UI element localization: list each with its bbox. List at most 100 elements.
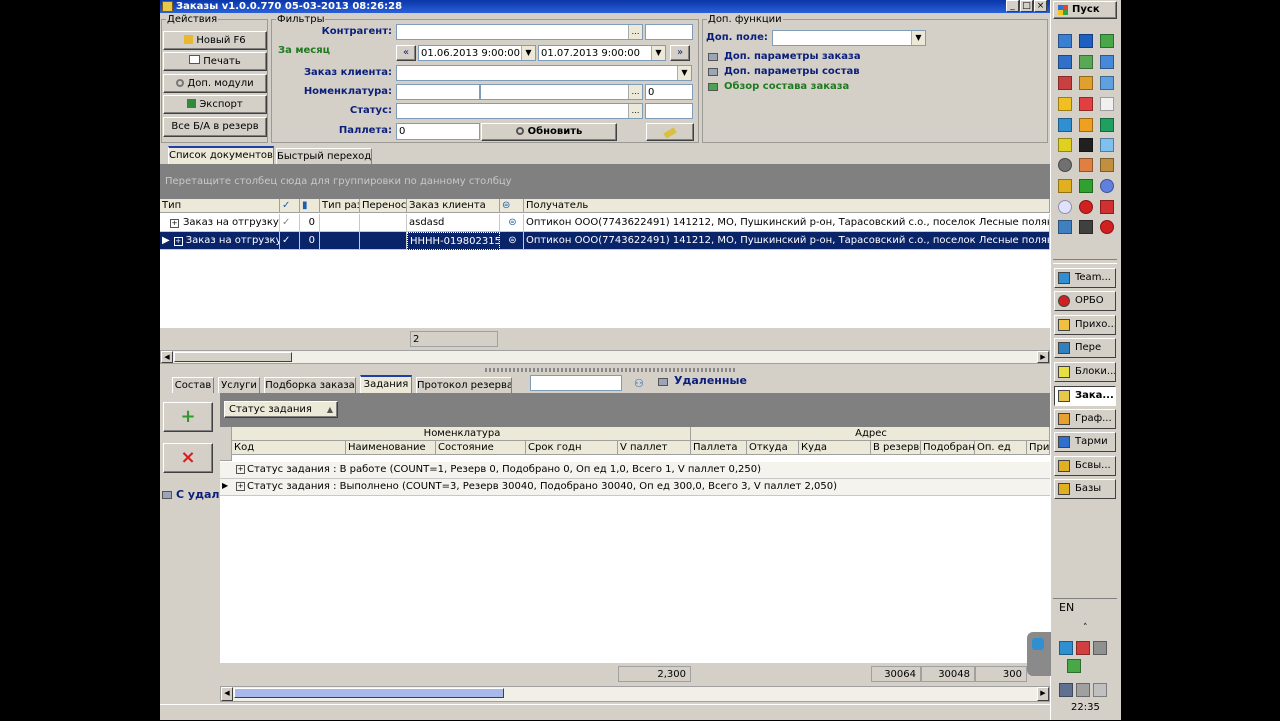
- nomenclature-code-field[interactable]: [396, 84, 480, 100]
- counterparty-field[interactable]: …: [396, 24, 643, 40]
- add-task-button[interactable]: +: [163, 402, 213, 432]
- lamp-icon[interactable]: [1058, 97, 1072, 111]
- date-from-picker[interactable]: 01.06.2013 9:00:00 ▼: [418, 45, 536, 61]
- splitter-handle[interactable]: [485, 368, 735, 372]
- col-volume-header[interactable]: V паллет: [618, 441, 691, 455]
- tray-network-icon[interactable]: [1067, 659, 1081, 673]
- composition-params-link[interactable]: Доп. параметры состав: [724, 66, 860, 77]
- antivirus-icon[interactable]: [1100, 220, 1114, 234]
- col-name-header[interactable]: Наименование: [346, 441, 436, 455]
- col-state-header[interactable]: Состояние: [436, 441, 526, 455]
- maximize-button[interactable]: □: [1020, 0, 1033, 12]
- row-link-icon[interactable]: ⊜: [500, 214, 524, 232]
- composition-overview-link[interactable]: Обзор состава заказа: [724, 81, 849, 92]
- expand-icon[interactable]: +: [236, 482, 245, 491]
- order-params-link[interactable]: Доп. параметры заказа: [724, 51, 861, 62]
- col-picked-header[interactable]: Подобран: [921, 441, 975, 455]
- chrome-icon[interactable]: [1100, 118, 1114, 132]
- language-indicator[interactable]: EN: [1059, 601, 1074, 614]
- expand-icon[interactable]: +: [236, 465, 245, 474]
- col-reserved-header[interactable]: В резерве: [871, 441, 921, 455]
- recycle-icon[interactable]: [1079, 55, 1093, 69]
- nomenclature-qty-field[interactable]: 0: [645, 84, 693, 100]
- window-icon[interactable]: [1058, 220, 1072, 234]
- delete-task-button[interactable]: ×: [163, 443, 213, 473]
- print-icon[interactable]: [1079, 97, 1093, 111]
- status-field[interactable]: …: [396, 103, 643, 119]
- status-ellipsis-button[interactable]: …: [628, 104, 642, 118]
- status-extra-field[interactable]: [645, 103, 693, 119]
- export-button[interactable]: Экспорт: [163, 95, 267, 114]
- clock-icon[interactable]: [1058, 200, 1072, 214]
- row-client-order-cell[interactable]: НННН-0198023158: [407, 232, 500, 250]
- scroll-right-button[interactable]: ▶: [1037, 687, 1049, 701]
- pen-icon[interactable]: [1100, 200, 1114, 214]
- col-recipient-header[interactable]: Получатель: [524, 199, 1050, 213]
- scroll-thumb[interactable]: [174, 352, 292, 362]
- floating-widget[interactable]: [1027, 632, 1051, 676]
- chevron-down-icon[interactable]: ▼: [911, 31, 925, 45]
- camera-icon[interactable]: [1079, 220, 1093, 234]
- group-row[interactable]: ▶ + Статус задания : Выполнено (COUNT=3,…: [220, 479, 1050, 496]
- task-button[interactable]: Прихо...: [1054, 315, 1116, 335]
- tasks-group-panel[interactable]: Статус задания ▲: [220, 393, 1050, 427]
- terminal-icon[interactable]: [1079, 138, 1093, 152]
- tab-order-picking[interactable]: Подборка заказа: [264, 377, 356, 393]
- task-button[interactable]: Team...: [1054, 268, 1116, 288]
- chevron-down-icon[interactable]: ▼: [521, 46, 535, 60]
- tool-icon[interactable]: [1058, 138, 1072, 152]
- task-button[interactable]: Пере: [1054, 338, 1116, 358]
- scroll-right-button[interactable]: ▶: [1037, 351, 1049, 363]
- col-split-type-header[interactable]: Тип раз: [320, 199, 360, 213]
- with-deleted-link[interactable]: С удал: [176, 488, 219, 501]
- table-row[interactable]: + Заказ на отгрузку ✓ 0 asdasd ⊜ Оптикон …: [160, 214, 1050, 232]
- col-type-header[interactable]: Тип: [160, 199, 280, 213]
- expand-icon[interactable]: +: [173, 237, 183, 246]
- col-flag-header[interactable]: ▮: [300, 199, 320, 213]
- network-icon[interactable]: [1100, 55, 1114, 69]
- extra-field-combo[interactable]: ▼: [772, 30, 926, 46]
- client-order-combo[interactable]: ▼: [396, 65, 692, 81]
- task-button[interactable]: Тарми: [1054, 432, 1116, 452]
- col-extra-header[interactable]: При: [1027, 441, 1050, 455]
- date-to-picker[interactable]: 01.07.2013 9:00:00 ▼: [538, 45, 666, 61]
- binoculars-icon[interactable]: ⚇: [634, 377, 644, 390]
- col-to-header[interactable]: Куда: [799, 441, 871, 455]
- opera-icon[interactable]: [1079, 200, 1093, 214]
- counterparty-ellipsis-button[interactable]: …: [628, 25, 642, 39]
- explorer-icon[interactable]: [1058, 55, 1072, 69]
- tray-usb-icon[interactable]: [1093, 641, 1107, 655]
- tasks-hscrollbar[interactable]: ◀ ▶: [220, 686, 1050, 702]
- tab-reserve-log[interactable]: Протокол резерва: [416, 377, 512, 393]
- expand-icon[interactable]: +: [170, 219, 179, 228]
- tray-volume-icon[interactable]: [1059, 683, 1073, 697]
- group-by-panel[interactable]: Перетащите столбец сюда для группировки …: [160, 164, 1050, 199]
- archive-icon[interactable]: [1100, 158, 1114, 172]
- folder-icon[interactable]: [1079, 76, 1093, 90]
- skype-icon[interactable]: [1058, 118, 1072, 132]
- col-code-header[interactable]: Код: [232, 441, 346, 455]
- nomenclature-ellipsis-button[interactable]: …: [628, 85, 642, 99]
- row-check-cell[interactable]: ✓: [280, 232, 300, 250]
- screen-icon[interactable]: [1100, 138, 1114, 152]
- browser-icon[interactable]: [1100, 34, 1114, 48]
- task-button[interactable]: Бсвы...: [1054, 456, 1116, 476]
- tray-wifi-icon[interactable]: [1093, 683, 1107, 697]
- group-chip-task-status[interactable]: Статус задания ▲: [224, 401, 338, 418]
- notes-icon[interactable]: [1079, 118, 1093, 132]
- globe-icon[interactable]: [1100, 179, 1114, 193]
- task-button[interactable]: Граф...: [1054, 409, 1116, 429]
- task-button-active[interactable]: Зака...: [1054, 386, 1116, 406]
- col-check-header[interactable]: ✓: [280, 199, 300, 213]
- clock[interactable]: 22:35: [1071, 702, 1100, 713]
- tray-speaker-icon[interactable]: [1076, 683, 1090, 697]
- disc-icon[interactable]: [1058, 158, 1072, 172]
- tab-document-list[interactable]: Список документов: [168, 146, 274, 164]
- task-button[interactable]: ОРБО: [1054, 291, 1116, 311]
- minimize-button[interactable]: _: [1006, 0, 1019, 12]
- scroll-thumb[interactable]: [234, 688, 504, 698]
- nomenclature-name-field[interactable]: …: [480, 84, 643, 100]
- table-row-selected[interactable]: ▶ + Заказ на отгрузку ✓ 0 НННН-0198023158 …: [160, 232, 1050, 250]
- check-icon[interactable]: [1079, 179, 1093, 193]
- tab-tasks[interactable]: Задания: [360, 375, 412, 393]
